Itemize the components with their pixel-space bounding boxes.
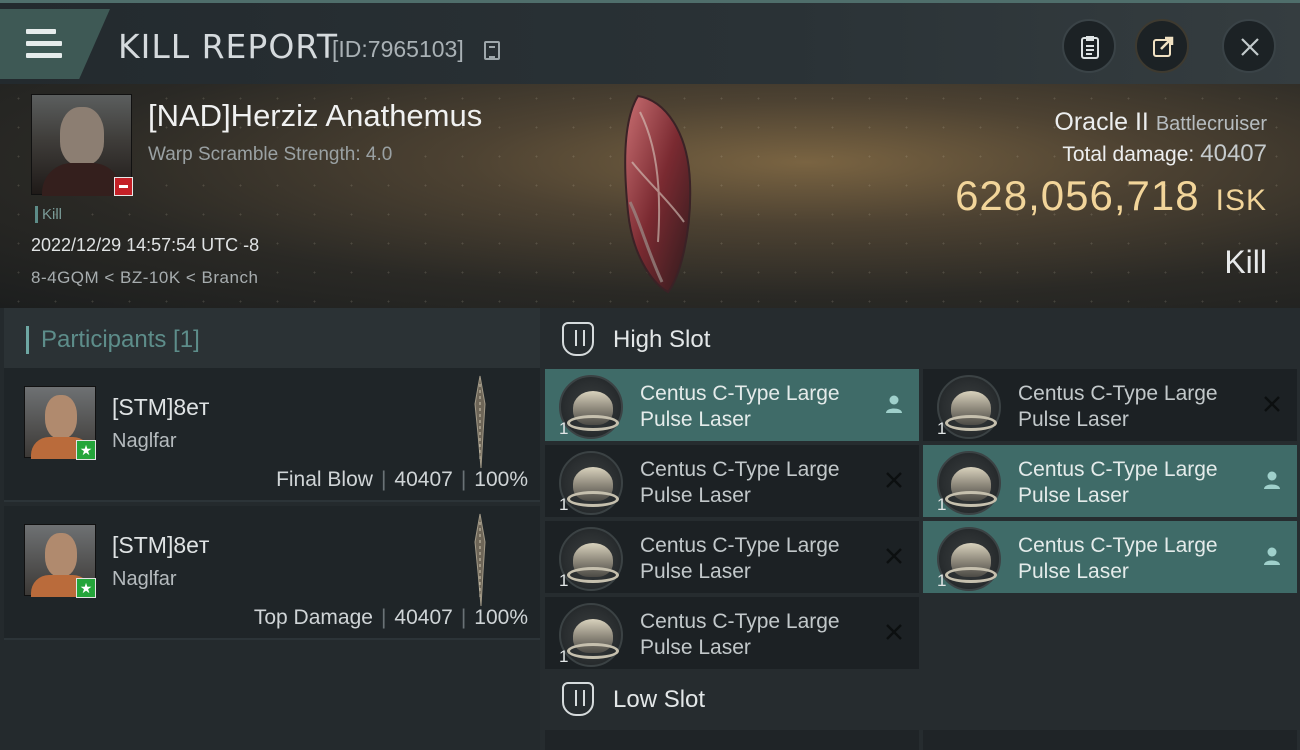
close-icon [1241,38,1259,56]
module-icon [559,451,623,515]
high-slot-icon [562,322,594,356]
report-id: [ID:7965103] [332,36,464,62]
module-quantity: 1 [937,419,947,438]
participant-card[interactable]: ★ [STM]8eт Naglfar Final Blow | 40407 | 100% [4,368,540,502]
module-item[interactable]: 1 Centus C-Type Large Pulse Laser [545,369,919,441]
hostile-badge-icon [114,177,133,196]
low-slot-label: Low Slot [613,686,706,713]
module-icon [559,375,623,439]
module-item[interactable]: 1 Centus C-Type Large Pulse Laser [545,521,919,593]
module-icon [559,527,623,591]
warp-scramble-strength: Warp Scramble Strength: 4.0 [148,144,393,165]
participants-header: Participants [1] [4,308,540,368]
module-item[interactable]: 1 Centus C-Type Large Pulse Laser [923,521,1297,593]
dropped-person-icon [886,395,902,413]
destroyed-x-icon [886,548,902,564]
destroyed-x-icon [1264,396,1280,412]
low-slot-header: Low Slot [540,668,1300,728]
module-name: Centus C-Type Large Pulse Laser [640,610,840,659]
module-quantity: 1 [559,419,569,438]
module-item[interactable]: 1 Centus C-Type Large Pulse Laser [923,445,1297,517]
ship-image[interactable] [610,92,700,297]
weapon-icon [474,375,486,469]
kill-location[interactable]: 8-4GQM < BZ-10K < Branch [31,268,258,288]
module-icon [937,451,1001,515]
module-quantity: 1 [559,571,569,590]
ally-star-icon: ★ [76,440,96,460]
dropped-person-icon [1264,547,1280,565]
participant-ship: Naglfar [112,568,177,590]
module-name: Centus C-Type Large Pulse Laser [1018,458,1218,507]
high-slot-label: High Slot [613,326,711,353]
module-icon [559,603,623,667]
ship-class: Battlecruiser [1155,113,1267,135]
module-quantity: 1 [559,495,569,514]
module-name: Centus C-Type Large Pulse Laser [640,534,840,583]
dropped-person-icon [1264,471,1280,489]
hamburger-icon [26,29,62,59]
clipboard-icon [1081,36,1099,59]
module-name: Centus C-Type Large Pulse Laser [1018,534,1218,583]
participant-stats: Top Damage | 40407 | 100% [253,606,528,629]
module-item[interactable]: 1 Centus C-Type Large Pulse Laser [545,445,919,517]
victim-name[interactable]: [NAD]Herziz Anathemus [148,98,482,134]
module-name: Centus C-Type Large Pulse Laser [640,382,840,431]
weapon-icon [474,513,486,607]
close-button[interactable] [1222,19,1276,73]
module-item[interactable]: 1 Centus C-Type Large Pulse Laser [545,597,919,669]
share-button[interactable] [1135,19,1189,73]
isk-value: 628,056,718 ISK [955,172,1267,219]
menu-button[interactable] [0,9,110,79]
result-label: Kill [1224,244,1267,280]
module-quantity: 1 [559,647,569,666]
kill-tag: Kill [35,206,62,223]
module-quantity: 1 [937,571,947,590]
participant-ship: Naglfar [112,430,177,452]
participant-card[interactable]: ★ [STM]8eт Naglfar Top Damage | 40407 | 100% [4,506,540,640]
page-title: KILL REPORT [118,27,338,66]
fitting-panel: High Slot 1 Centus C-Type Large Pulse Las… [540,308,1300,750]
destroyed-x-icon [886,472,902,488]
participants-title: Participants [1] [26,326,200,354]
participant-name[interactable]: [STM]8eт [112,532,209,559]
ally-star-icon: ★ [76,578,96,598]
title-bar: KILL REPORT [ID:7965103] [0,0,1300,84]
destroyed-x-icon [886,624,902,640]
high-slot-header: High Slot [540,308,1300,368]
participant-stats: Final Blow | 40407 | 100% [276,468,528,491]
total-damage: Total damage: 40407 [1062,140,1267,167]
low-slot-icon [562,682,594,716]
ship-name[interactable]: Oracle II Battlecruiser [1054,108,1267,137]
victim-banner: [NAD]Herziz Anathemus Warp Scramble Stre… [0,84,1300,308]
module-icon [937,375,1001,439]
participants-panel: Participants [1] ★ [STM]8eт Naglfar Fina… [0,308,540,750]
module-item[interactable]: 1 Centus C-Type Large Pulse Laser [923,369,1297,441]
module-icon [937,527,1001,591]
module-item-partial[interactable] [923,730,1297,750]
kill-datetime: 2022/12/29 14:57:54 UTC -8 [31,235,260,255]
module-quantity: 1 [937,495,947,514]
module-item-partial[interactable] [545,730,919,750]
module-name: Centus C-Type Large Pulse Laser [640,458,840,507]
participant-name[interactable]: [STM]8eт [112,394,209,421]
copy-id-icon[interactable] [484,41,500,60]
clipboard-button[interactable] [1062,19,1116,73]
share-icon [1153,36,1174,57]
module-name: Centus C-Type Large Pulse Laser [1018,382,1218,431]
